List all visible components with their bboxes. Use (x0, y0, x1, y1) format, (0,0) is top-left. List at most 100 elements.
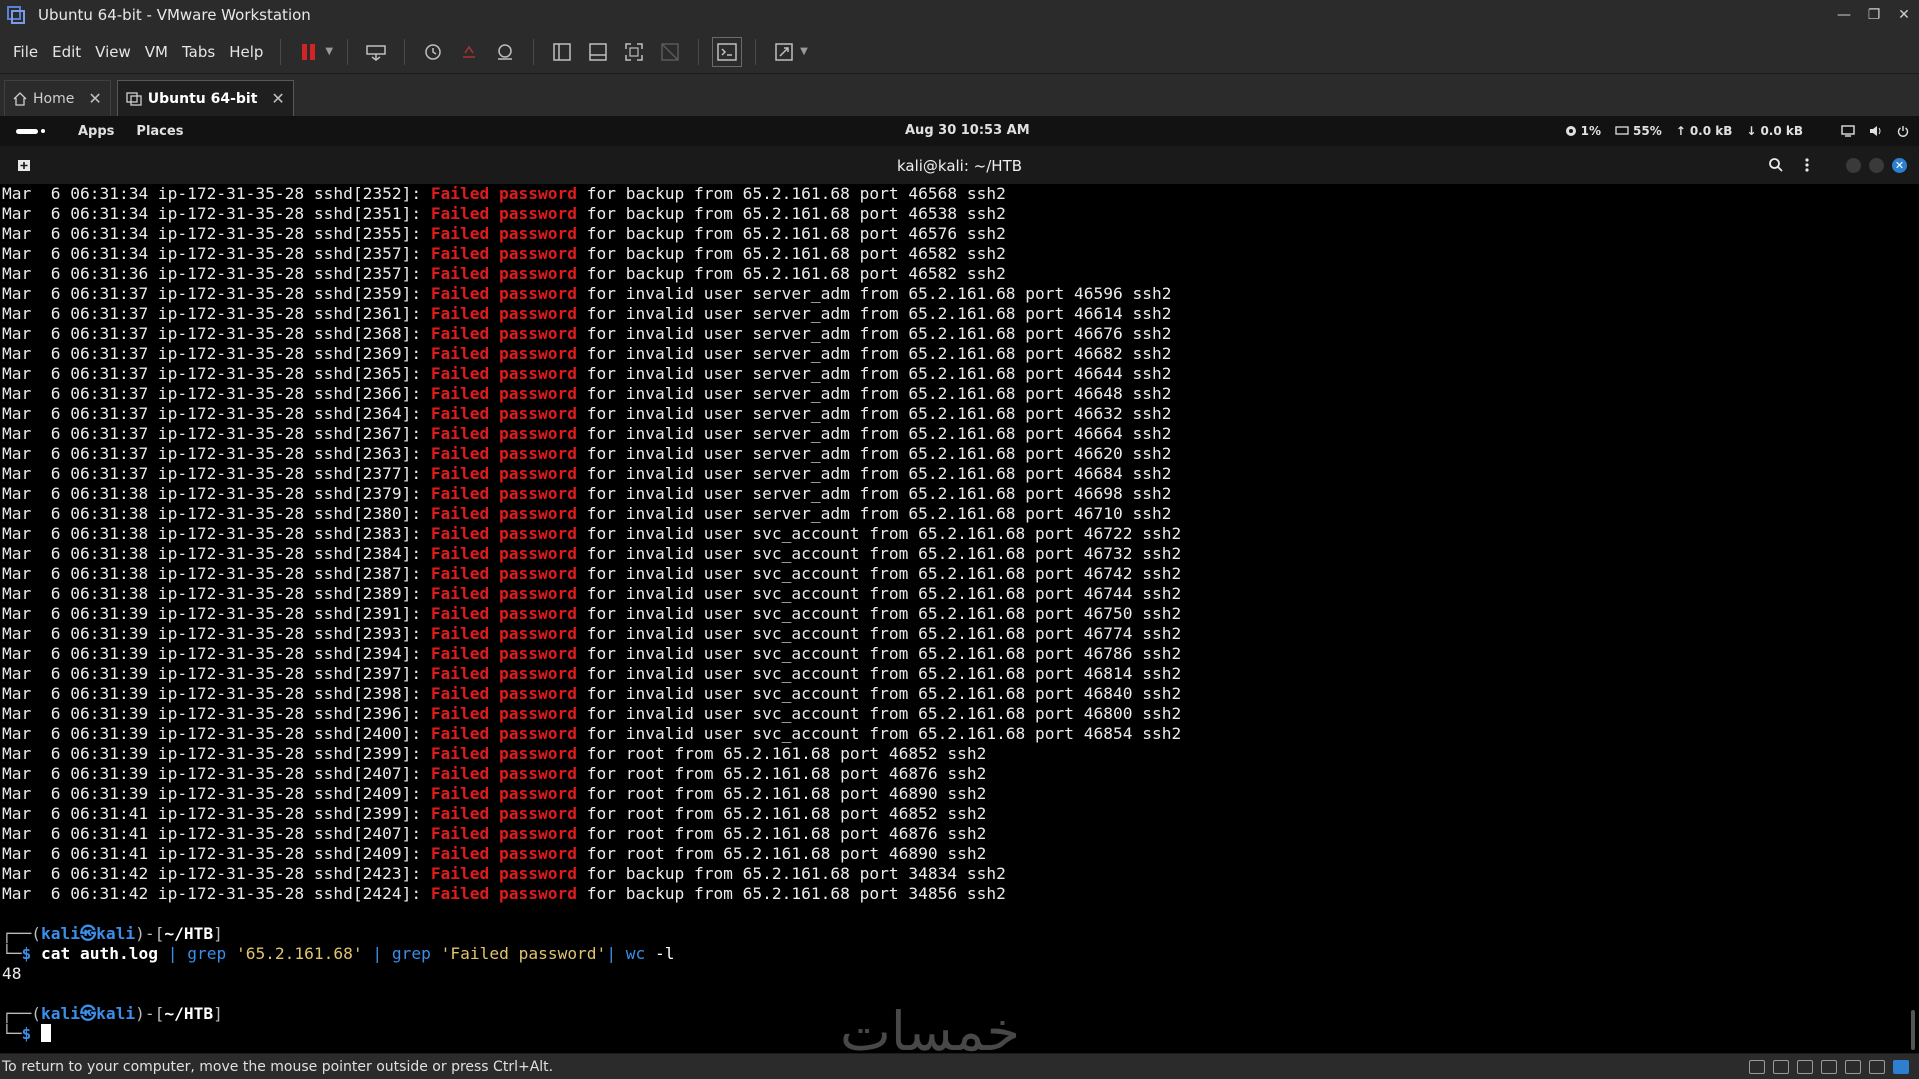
toolbar-divider (533, 38, 535, 65)
terminal-icon (717, 42, 737, 61)
minimize-button[interactable]: — (1829, 0, 1859, 30)
menu-file[interactable]: File (0, 43, 45, 61)
vm-icon (126, 91, 142, 106)
prompt-line-top: ┌──(kali㉿kali)-[~/HTB] (2, 924, 223, 943)
send-ctrl-alt-del-button[interactable] (361, 37, 391, 67)
places-menu[interactable]: Places (136, 124, 183, 139)
download-monitor[interactable]: ↓ 0.0 kB (1746, 124, 1803, 138)
failed-password-highlight: Failed password (430, 304, 577, 323)
search-icon[interactable] (1768, 157, 1784, 173)
power-icon[interactable] (1897, 125, 1909, 137)
log-line: Mar 6 06:31:38 ip-172-31-35-28 sshd[2384… (2, 544, 1182, 563)
full-screen-button[interactable] (619, 37, 649, 67)
memory-monitor[interactable]: 55% (1615, 124, 1662, 138)
minimize-terminal-button[interactable] (1846, 157, 1861, 173)
cpu-monitor[interactable]: 1% (1565, 124, 1601, 138)
memory-icon (1615, 126, 1629, 135)
unity-icon (661, 42, 679, 61)
chevron-down-icon[interactable]: ▼ (325, 46, 333, 57)
terminal-output[interactable]: Mar 6 06:31:34 ip-172-31-35-28 sshd[2352… (0, 184, 1919, 1053)
stretch-icon (775, 42, 793, 61)
thumbnail-bar-button[interactable] (583, 37, 613, 67)
failed-password-highlight: Failed password (430, 744, 577, 763)
log-line: Mar 6 06:31:38 ip-172-31-35-28 sshd[2383… (2, 524, 1182, 543)
volume-icon[interactable] (1869, 125, 1883, 137)
upload-monitor[interactable]: ↑ 0.0 kB (1676, 124, 1733, 138)
failed-password-highlight: Failed password (430, 384, 577, 403)
revert-snapshot-button[interactable] (454, 37, 484, 67)
kebab-menu-icon[interactable] (1804, 157, 1810, 173)
show-library-button[interactable] (547, 37, 577, 67)
log-line: Mar 6 06:31:34 ip-172-31-35-28 sshd[2355… (2, 224, 1006, 243)
snapshot-button[interactable] (418, 37, 448, 67)
log-line: Mar 6 06:31:37 ip-172-31-35-28 sshd[2361… (2, 304, 1172, 323)
cd-drive-icon[interactable] (1773, 1060, 1789, 1074)
terminal-title: kali@kali: ~/HTB (896, 157, 1023, 175)
usb-icon[interactable] (1869, 1060, 1885, 1074)
suspend-pause-button[interactable] (294, 37, 324, 67)
text-cursor (41, 1024, 51, 1042)
failed-password-highlight: Failed password (430, 644, 577, 663)
tab-label: Home (33, 90, 75, 107)
panel-clock[interactable]: Aug 30 10:53 AM (905, 123, 1030, 138)
close-icon[interactable]: ✕ (88, 89, 101, 108)
log-line: Mar 6 06:31:42 ip-172-31-35-28 sshd[2423… (2, 864, 1006, 883)
failed-password-highlight: Failed password (430, 884, 577, 903)
maximize-terminal-button[interactable] (1869, 157, 1884, 173)
guest-display[interactable]: Apps Places Aug 30 10:53 AM 1% 55% ↑ 0.0… (0, 116, 1919, 1053)
memory-value: 55% (1633, 124, 1662, 138)
failed-password-highlight: Failed password (430, 704, 577, 723)
status-message: To return to your computer, move the mou… (2, 1058, 554, 1075)
log-line: Mar 6 06:31:39 ip-172-31-35-28 sshd[2391… (2, 604, 1182, 623)
hard-disk-icon[interactable] (1749, 1060, 1765, 1074)
close-icon[interactable]: ✕ (271, 89, 284, 108)
thumbnail-icon (589, 42, 607, 61)
restore-button[interactable]: ❐ (1859, 0, 1889, 30)
failed-password-highlight: Failed password (430, 544, 577, 563)
snapshot-manager-icon (498, 43, 513, 60)
printer-icon[interactable] (1821, 1060, 1837, 1074)
apps-menu[interactable]: Apps (78, 124, 114, 139)
menu-vm[interactable]: VM (138, 43, 175, 61)
menu-toolbar: File Edit View VM Tabs Help ▼ ▼ (0, 30, 1919, 74)
chevron-down-icon[interactable]: ▼ (800, 46, 808, 57)
unity-button[interactable] (655, 37, 685, 67)
failed-password-highlight: Failed password (430, 864, 577, 883)
menu-help[interactable]: Help (222, 43, 270, 61)
failed-password-highlight: Failed password (430, 204, 577, 223)
close-window-button[interactable]: ✕ (1889, 0, 1919, 30)
kali-top-panel: Apps Places Aug 30 10:53 AM 1% 55% ↑ 0.0… (0, 116, 1919, 146)
failed-password-highlight: Failed password (430, 364, 577, 383)
menu-view[interactable]: View (88, 43, 138, 61)
library-icon (553, 42, 571, 61)
close-terminal-button[interactable]: ✕ (1892, 157, 1907, 173)
tab-label: Ubuntu 64-bit (147, 90, 258, 107)
failed-password-highlight: Failed password (430, 344, 577, 363)
console-view-button[interactable] (712, 36, 743, 67)
stretch-guest-button[interactable] (769, 37, 799, 67)
tab-ubuntu-vm[interactable]: Ubuntu 64-bit ✕ (116, 80, 294, 116)
menu-tabs[interactable]: Tabs (175, 43, 222, 61)
failed-password-highlight: Failed password (430, 184, 577, 203)
log-line: Mar 6 06:31:39 ip-172-31-35-28 sshd[2396… (2, 704, 1182, 723)
log-line: Mar 6 06:31:37 ip-172-31-35-28 sshd[2363… (2, 444, 1172, 463)
revert-icon (463, 45, 476, 58)
pause-icon (302, 43, 316, 60)
terminal-scrollbar[interactable] (1911, 1010, 1915, 1050)
failed-password-highlight: Failed password (430, 764, 577, 783)
log-line: Mar 6 06:31:41 ip-172-31-35-28 sshd[2407… (2, 824, 987, 843)
command-line: └─$ cat auth.log | grep '65.2.161.68' | … (2, 944, 675, 963)
arrow-up-icon: ↑ (1675, 124, 1686, 138)
sound-icon[interactable] (1845, 1060, 1861, 1074)
network-icon[interactable] (1797, 1060, 1813, 1074)
tab-home[interactable]: Home ✕ (4, 80, 111, 116)
download-value: 0.0 kB (1760, 124, 1803, 138)
message-log-icon[interactable] (1893, 1060, 1909, 1074)
vmware-logo-icon (6, 6, 26, 24)
kali-menu-icon[interactable] (16, 126, 56, 136)
log-lines: Mar 6 06:31:34 ip-172-31-35-28 sshd[2352… (0, 184, 1919, 904)
vmware-status-bar: To return to your computer, move the mou… (0, 1053, 1919, 1079)
snapshot-manager-button[interactable] (490, 37, 520, 67)
display-icon[interactable] (1841, 125, 1855, 137)
menu-edit[interactable]: Edit (45, 43, 88, 61)
